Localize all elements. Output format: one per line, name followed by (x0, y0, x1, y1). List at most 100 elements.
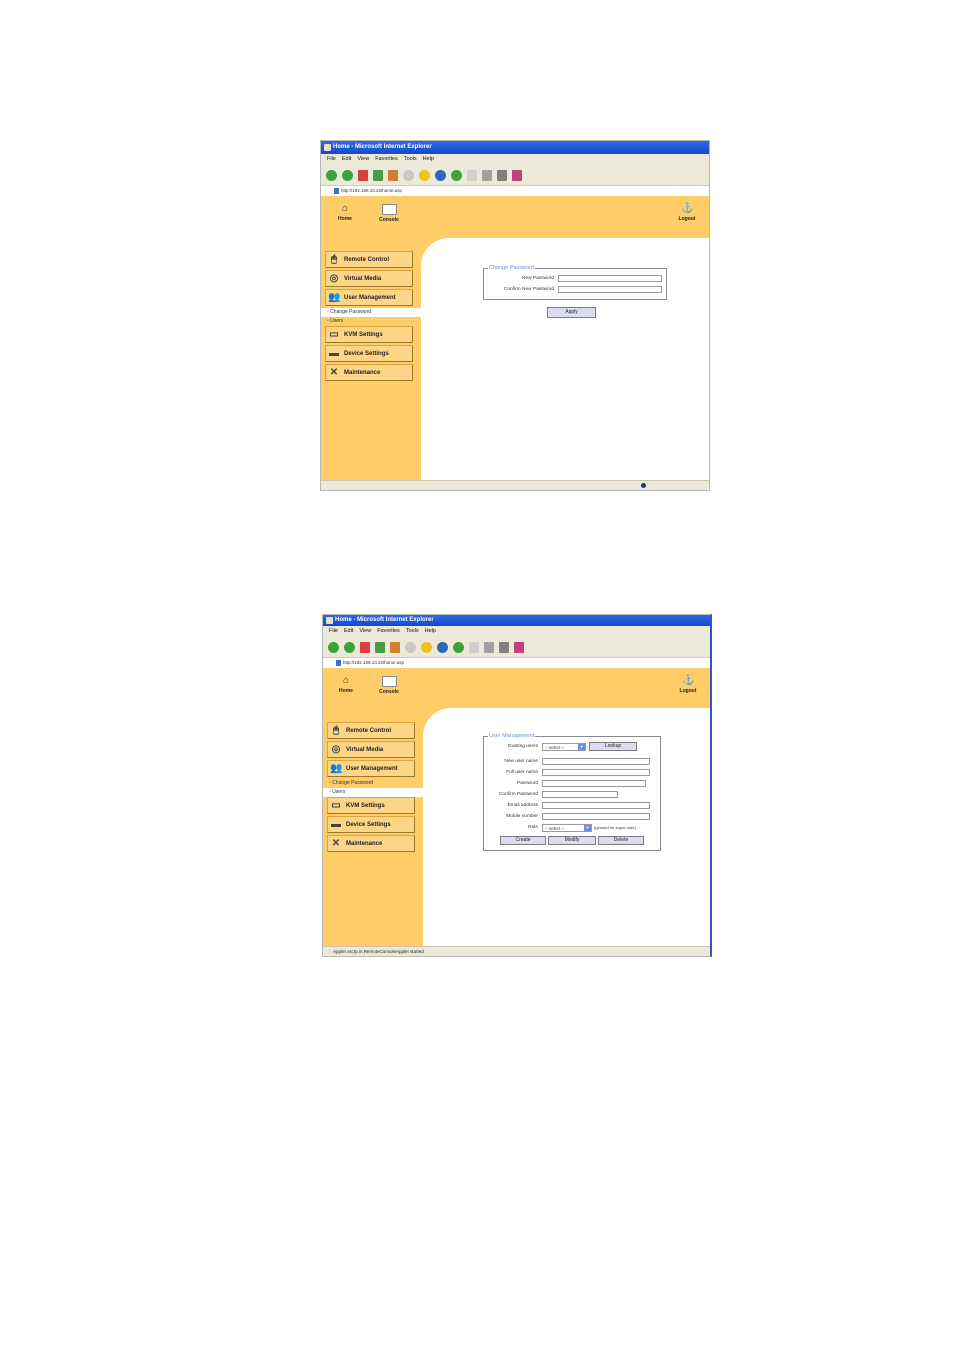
menu-tools[interactable]: Tools (404, 154, 417, 165)
chevron-down-icon: ▼ (584, 824, 591, 831)
nav-logout[interactable]: ⚓ Logout (670, 203, 704, 223)
stop-icon[interactable] (358, 169, 368, 181)
nav-logout-label: Logout (679, 688, 697, 694)
remote-control-icon: 🖱 (331, 253, 337, 265)
mail-icon[interactable] (467, 169, 477, 181)
edit-icon[interactable] (497, 169, 507, 181)
logout-icon: ⚓ (681, 203, 694, 214)
media-icon[interactable] (435, 169, 446, 181)
menu-view[interactable]: View (357, 154, 369, 165)
back-icon[interactable] (326, 169, 337, 181)
password-input[interactable] (542, 780, 646, 787)
content-panel: User Management Existing users -- select… (423, 708, 710, 947)
apply-button[interactable]: Apply (547, 307, 596, 318)
mail-icon[interactable] (469, 641, 479, 653)
sidebar-subitem-change-password[interactable]: ▫ Change Password (323, 779, 415, 788)
favorites-icon[interactable] (421, 641, 432, 653)
confirm-password-row: Confirm New Password (488, 284, 662, 295)
existing-users-select[interactable]: -- select -- ▼ (542, 742, 586, 751)
messenger-icon[interactable] (514, 641, 524, 653)
address-text: http://192.168.10.22/home.asp (341, 188, 403, 193)
menubar: File Edit View Favorites Tools Help (321, 154, 709, 165)
new-password-input[interactable] (558, 275, 662, 282)
logout-icon: ⚓ (682, 675, 695, 686)
refresh-icon[interactable] (375, 641, 385, 653)
print-icon[interactable] (484, 641, 494, 653)
menu-favorites[interactable]: Favorites (377, 626, 400, 637)
back-icon[interactable] (328, 641, 339, 653)
media-icon[interactable] (437, 641, 448, 653)
sidebar-item-virtual-media[interactable]: ◎ Virtual Media (325, 270, 413, 287)
stop-icon[interactable] (360, 641, 370, 653)
nav-logout[interactable]: ⚓ Logout (671, 675, 705, 695)
home-icon[interactable] (388, 169, 398, 181)
sidebar-subitem-users[interactable]: ▫ Users (321, 317, 413, 326)
sidebar-item-user-management[interactable]: 👥 User Management (325, 289, 413, 306)
menu-help[interactable]: Help (423, 154, 434, 165)
menu-view[interactable]: View (359, 626, 371, 637)
search-icon[interactable] (403, 169, 414, 181)
nav-home[interactable]: ⌂ Home (329, 676, 363, 695)
new-user-name-label: New user name (504, 759, 538, 764)
search-icon[interactable] (405, 641, 416, 653)
console-icon (381, 204, 397, 215)
sidebar-item-device-settings[interactable]: ▬ Device Settings (327, 816, 415, 833)
sidebar-item-kvm-settings[interactable]: ▭ KVM Settings (327, 797, 415, 814)
sidebar-subitem-users[interactable]: ▫ Users (323, 788, 427, 797)
user-management-fieldset: User Management Existing users -- select… (483, 733, 661, 851)
address-text: http://192.168.10.22/home.asp (343, 660, 405, 665)
role-note: (ignored for super user) (594, 825, 636, 830)
menu-edit[interactable]: Edit (342, 154, 351, 165)
confirm-password-input[interactable] (558, 286, 662, 293)
nav-home[interactable]: ⌂ Home (328, 204, 362, 223)
print-icon[interactable] (482, 169, 492, 181)
history-icon[interactable] (453, 641, 464, 653)
menu-favorites[interactable]: Favorites (375, 154, 398, 165)
confirm-password-input[interactable] (542, 791, 618, 798)
nav-console[interactable]: Console (372, 204, 406, 223)
full-user-name-input[interactable] (542, 769, 650, 776)
screenshot-change-password: Home - Microsoft Internet Explorer File … (320, 140, 710, 491)
chevron-down-icon: ▼ (578, 743, 585, 750)
history-icon[interactable] (451, 169, 462, 181)
users-icon: 👥 (328, 291, 341, 303)
window-title: Home - Microsoft Internet Explorer (335, 617, 434, 623)
delete-button[interactable]: Delete (598, 836, 644, 845)
sidebar-item-device-settings[interactable]: ▬ Device Settings (325, 345, 413, 362)
menu-file[interactable]: File (327, 154, 336, 165)
sidebar-item-remote-control[interactable]: 🖱 Remote Control (325, 251, 413, 268)
menu-help[interactable]: Help (425, 626, 436, 637)
email-label: Email address (507, 803, 538, 808)
sidebar-item-maintenance[interactable]: ✕ Maintenance (325, 364, 413, 381)
sidebar-item-label: Maintenance (346, 840, 383, 847)
forward-icon[interactable] (342, 169, 353, 181)
tools-icon: ✕ (329, 366, 339, 378)
modify-button[interactable]: Modify (548, 836, 596, 845)
nav-console[interactable]: Console (372, 676, 406, 695)
home-icon[interactable] (390, 641, 400, 653)
role-select[interactable]: -- select -- ▼ (542, 823, 592, 832)
users-icon: 👥 (330, 762, 343, 774)
sidebar-subitem-change-password[interactable]: ▫ Change Password (321, 308, 425, 317)
sidebar-item-user-management[interactable]: 👥 User Management (327, 760, 415, 777)
menu-edit[interactable]: Edit (344, 626, 353, 637)
mobile-input[interactable] (542, 813, 650, 820)
lookup-button[interactable]: Lookup (589, 742, 637, 751)
menu-tools[interactable]: Tools (406, 626, 419, 637)
sidebar-item-maintenance[interactable]: ✕ Maintenance (327, 835, 415, 852)
password-row: Password (488, 778, 656, 789)
screenshot-user-management: Home - Microsoft Internet Explorer File … (322, 614, 712, 957)
messenger-icon[interactable] (512, 169, 522, 181)
new-user-name-input[interactable] (542, 758, 650, 765)
edit-icon[interactable] (499, 641, 509, 653)
create-button[interactable]: Create (500, 836, 546, 845)
refresh-icon[interactable] (373, 169, 383, 181)
menu-file[interactable]: File (329, 626, 338, 637)
sidebar-item-remote-control[interactable]: 🖱 Remote Control (327, 722, 415, 739)
sidebar-item-virtual-media[interactable]: ◎ Virtual Media (327, 741, 415, 758)
forward-icon[interactable] (344, 641, 355, 653)
email-input[interactable] (542, 802, 650, 809)
sidebar-item-kvm-settings[interactable]: ▭ KVM Settings (325, 326, 413, 343)
favorites-icon[interactable] (419, 169, 430, 181)
password-label: Password (516, 781, 538, 786)
